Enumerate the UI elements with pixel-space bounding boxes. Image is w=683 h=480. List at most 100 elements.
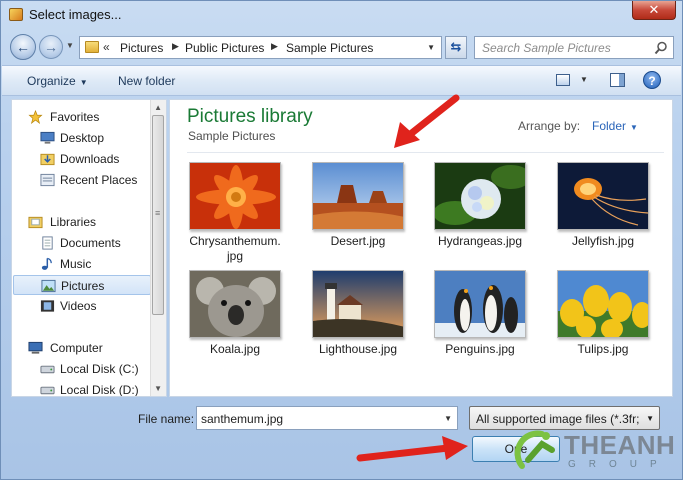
scroll-up-icon[interactable]: ▲ <box>154 103 162 112</box>
title-bar: Select images... ✕ <box>1 1 682 29</box>
view-options-dropdown[interactable]: ▼ <box>580 75 588 84</box>
back-button[interactable]: ← <box>10 34 36 60</box>
refresh-button[interactable]: ⇆ <box>445 36 467 59</box>
sidebar-item-music[interactable]: Music <box>12 254 150 274</box>
libraries-icon <box>28 216 43 229</box>
chevron-right-icon[interactable]: ▶ <box>172 41 179 52</box>
drive-icon <box>40 386 55 395</box>
thumbnail-desert <box>312 162 404 230</box>
chevron-down-icon[interactable]: ▼ <box>444 414 452 423</box>
thumbnail-hydrangeas <box>434 162 526 230</box>
file-item-jellyfish[interactable]: Jellyfish.jpg <box>547 162 659 249</box>
annotation-arrow-icon <box>394 94 460 148</box>
sidebar-item-local-disk-c[interactable]: Local Disk (C:) <box>12 359 150 379</box>
thumbnail-chrysanthemum <box>189 162 281 230</box>
thumbnail-lighthouse <box>312 270 404 338</box>
thumbnail-penguins <box>434 270 526 338</box>
annotation-arrow-icon <box>356 436 468 462</box>
file-item-koala[interactable]: Koala.jpg <box>179 270 291 357</box>
address-dropdown[interactable]: ▼ <box>427 43 435 52</box>
sidebar-item-label: Documents <box>60 236 121 250</box>
file-name-label: Tulips.jpg <box>577 342 629 356</box>
arrange-by-label: Arrange by: <box>518 119 581 133</box>
sidebar-item-label: Local Disk (D:) <box>60 383 139 397</box>
search-placeholder: Search Sample Pictures <box>482 41 611 55</box>
film-icon <box>40 300 55 312</box>
sidebar-item-libraries[interactable]: Libraries <box>12 212 150 232</box>
file-name-label: File name: <box>138 412 195 426</box>
sidebar-item-recent-places[interactable]: Recent Places <box>12 170 150 190</box>
breadcrumb-sample-pictures[interactable]: Sample Pictures <box>286 41 373 55</box>
file-name-label: Penguins.jpg <box>445 342 515 356</box>
file-name-label: Desert.jpg <box>330 234 386 248</box>
sidebar-item-favorites[interactable]: Favorites <box>12 107 150 127</box>
pictures-icon <box>41 279 56 293</box>
search-icon[interactable] <box>654 41 668 55</box>
file-item-tulips[interactable]: Tulips.jpg <box>547 270 659 357</box>
sidebar-item-label: Music <box>60 257 92 271</box>
sidebar-item-documents[interactable]: Documents <box>12 233 150 253</box>
documents-icon <box>42 236 53 250</box>
sidebar-item-label: Downloads <box>60 152 120 166</box>
sidebar-item-videos[interactable]: Videos <box>12 296 150 316</box>
watermark-logo: THEANH GROUP <box>512 426 677 478</box>
file-name-label: Hydrangeas.jpg <box>437 234 523 248</box>
file-name-label: Lighthouse.jpg <box>318 342 398 356</box>
command-toolbar: Organize ▼ New folder ▼ ? <box>2 65 681 96</box>
scroll-down-icon[interactable]: ▼ <box>154 384 162 393</box>
window-title: Select images... <box>29 7 122 22</box>
sidebar-scrollbar[interactable]: ▲ ▼ <box>150 100 166 396</box>
file-item-penguins[interactable]: Penguins.jpg <box>424 270 536 357</box>
sidebar-item-computer[interactable]: Computer <box>12 338 150 358</box>
navigation-bar: ← → ▼ « Pictures ▶ Public Pictures ▶ Sam… <box>1 32 682 62</box>
folder-icon <box>85 41 99 53</box>
brand-logo-icon <box>514 430 555 469</box>
brand-name: THEANH <box>564 430 676 460</box>
desktop-icon <box>40 131 55 144</box>
arrange-by-dropdown[interactable]: Folder ▼ <box>592 119 638 133</box>
sidebar-item-label: Desktop <box>60 131 105 145</box>
file-item-desert[interactable]: Desert.jpg <box>302 162 414 249</box>
chevron-down-icon: ▼ <box>646 414 654 423</box>
sidebar-item-downloads[interactable]: Downloads <box>12 149 150 169</box>
sidebar-item-label: Videos <box>60 299 97 313</box>
sidebar-item-desktop[interactable]: Desktop <box>12 128 150 148</box>
breadcrumb-pictures[interactable]: Pictures <box>120 41 163 55</box>
sidebar-item-label: Recent Places <box>60 173 138 187</box>
search-input[interactable]: Search Sample Pictures <box>474 36 674 59</box>
arrow-right-icon: → <box>44 39 58 55</box>
sidebar-item-local-disk-d[interactable]: Local Disk (D:) <box>12 380 150 397</box>
close-button[interactable]: ✕ <box>632 1 676 20</box>
downloads-folder-icon <box>40 153 55 166</box>
file-item-chrysanthemum[interactable]: Chrysanthemum. jpg <box>179 162 291 264</box>
help-icon[interactable]: ? <box>643 71 661 89</box>
chevron-right-icon[interactable]: ▶ <box>271 41 278 52</box>
sidebar-item-pictures[interactable]: Pictures <box>13 275 151 295</box>
recent-locations-dropdown[interactable]: ▼ <box>66 41 74 50</box>
file-name-label: Jellyfish.jpg <box>571 234 635 248</box>
organize-label: Organize <box>27 74 76 88</box>
drive-icon <box>40 365 55 374</box>
brand-subtitle: GROUP <box>568 459 670 470</box>
scrollbar-thumb[interactable] <box>152 115 164 315</box>
breadcrumb-public-pictures[interactable]: Public Pictures <box>185 41 264 55</box>
refresh-icon: ⇆ <box>450 39 462 54</box>
address-overflow[interactable]: « <box>103 40 110 54</box>
organize-button[interactable]: Organize ▼ <box>27 74 88 88</box>
file-name-label: Chrysanthemum. jpg <box>189 234 281 263</box>
music-note-icon <box>41 257 52 270</box>
arrange-by-value: Folder <box>592 119 627 133</box>
file-dialog-window: Select images... ✕ ← → ▼ « Pictures ▶ Pu… <box>0 0 683 480</box>
change-view-icon[interactable] <box>556 74 570 86</box>
star-icon <box>28 110 43 124</box>
file-name-field[interactable]: santhemum.jpg ▼ <box>196 406 458 430</box>
preview-pane-icon[interactable] <box>610 73 625 87</box>
thumbnail-jellyfish <box>557 162 649 230</box>
close-icon: ✕ <box>648 2 660 17</box>
chevron-down-icon: ▼ <box>630 123 638 132</box>
file-item-lighthouse[interactable]: Lighthouse.jpg <box>302 270 414 357</box>
address-bar[interactable]: « Pictures ▶ Public Pictures ▶ Sample Pi… <box>79 36 442 59</box>
file-item-hydrangeas[interactable]: Hydrangeas.jpg <box>424 162 536 249</box>
forward-button[interactable]: → <box>39 35 63 59</box>
new-folder-button[interactable]: New folder <box>118 74 175 88</box>
